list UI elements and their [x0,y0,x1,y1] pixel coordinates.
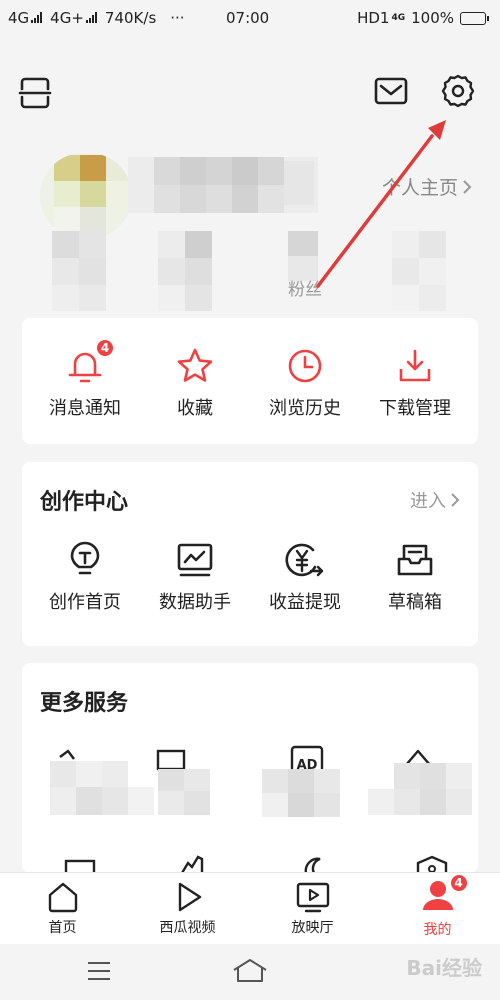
network-type-2: 4G+ [50,9,97,27]
network-speed: 740K/s [104,9,157,27]
homepage-link-label: 个人主页 [381,177,458,199]
favorites-label: 收藏 [177,398,213,419]
service-tile-2 [156,749,210,815]
nav-theater[interactable]: 放映厅 [250,873,375,944]
service-tile-1 [50,749,154,815]
nav-mine[interactable]: 4 我的 [375,872,500,944]
service-tile-ad: AD [262,745,340,817]
history-label: 浏览历史 [269,398,341,419]
more-services-title: 更多服务 [40,691,129,716]
draft-box-icon [397,544,433,576]
quick-actions-card: 4 消息通知 收藏 浏览历史 下载管理 [22,318,478,444]
services-mosaic: AD [50,745,472,873]
service-row2-icon-3 [304,857,321,873]
nav-theater-label: 放映厅 [291,919,334,936]
downloads-item[interactable]: 下载管理 [360,346,470,420]
status-left: 4G 4G+ 740K/s ··· [8,9,185,27]
downloads-label: 下载管理 [379,398,451,419]
more-dots: ··· [170,9,185,27]
avatar[interactable] [40,153,132,239]
creator-home-item[interactable]: 创作首页 [30,540,140,614]
scan-icon [18,77,52,109]
avatar-mosaic [40,153,132,239]
nav-home[interactable]: 首页 [0,873,125,944]
watermark: Bai经验 [406,956,482,980]
data-assistant-item[interactable]: 数据助手 [140,540,250,614]
earnings-label: 收益提现 [269,592,341,613]
yuan-withdraw-icon [285,543,324,577]
chevron-right-icon [451,493,460,507]
notifications-item[interactable]: 4 消息通知 [30,338,140,420]
scan-button[interactable] [14,72,56,114]
status-right: HD1 4G 100% [357,9,489,27]
gear-icon [441,74,475,108]
stat-mosaic-1 [52,231,106,311]
homepage-link[interactable]: 个人主页 [382,173,472,200]
fans-label[interactable]: 粉丝 [288,275,322,300]
service-tile-4 [368,749,472,815]
mail-icon [374,77,408,105]
network-type-1: 4G [8,9,43,27]
notifications-label: 消息通知 [49,398,121,419]
battery-icon [460,11,489,25]
more-services-card: 更多服务 AD [22,663,478,873]
service-row2-icon-2 [180,855,204,873]
drafts-item[interactable]: 草稿箱 [360,540,470,614]
creation-enter-label: 进入 [410,491,446,512]
chart-monitor-icon [177,543,213,577]
creation-center-card: 创作中心 进入 创作首页 数据助手 收益提现 草稿箱 [22,462,478,646]
signal-icon [85,12,97,23]
stat-mosaic-4 [392,231,446,311]
home-icon [48,882,77,912]
download-icon [399,349,431,382]
stat-mosaic-3 [288,231,318,281]
notification-badge: 4 [95,338,115,358]
data-assistant-label: 数据助手 [159,592,231,613]
favorites-item[interactable]: 收藏 [140,346,250,420]
signal-icon [31,12,43,23]
star-icon [177,348,213,382]
signal-badge: 4G [391,13,406,23]
tv-play-icon [296,882,329,912]
hd-indicator: HD1 [357,9,390,27]
drafts-label: 草稿箱 [388,592,442,613]
nav-xigua-label: 西瓜视频 [159,919,216,936]
status-bar: 4G 4G+ 740K/s ··· 07:00 HD1 4G 100% [0,0,500,36]
nav-xigua-video[interactable]: 西瓜视频 [125,873,250,944]
stat-mosaic-2 [158,231,212,311]
bottom-nav: 首页 西瓜视频 放映厅 4 我的 [0,872,500,944]
creation-center-title: 创作中心 [40,490,129,515]
chevron-right-icon [463,179,472,194]
creation-enter-link[interactable]: 进入 [410,487,460,513]
profile-section[interactable]: 个人主页 粉丝 [0,135,500,315]
lightbulb-icon [70,541,100,575]
battery-percent: 100% [411,9,454,27]
system-home-icon[interactable] [232,958,268,984]
play-icon [178,882,201,911]
history-item[interactable]: 浏览历史 [250,346,360,420]
nav-mine-label: 我的 [423,921,452,938]
settings-button[interactable] [437,70,479,112]
clock-icon [288,349,322,383]
earnings-item[interactable]: 收益提现 [250,540,360,614]
menu-icon[interactable] [86,960,112,982]
creator-home-label: 创作首页 [49,592,121,613]
mine-badge: 4 [448,872,469,893]
username-mosaic [128,157,318,213]
message-button[interactable] [370,70,412,112]
clock: 07:00 [226,9,270,27]
nav-home-label: 首页 [48,919,77,936]
